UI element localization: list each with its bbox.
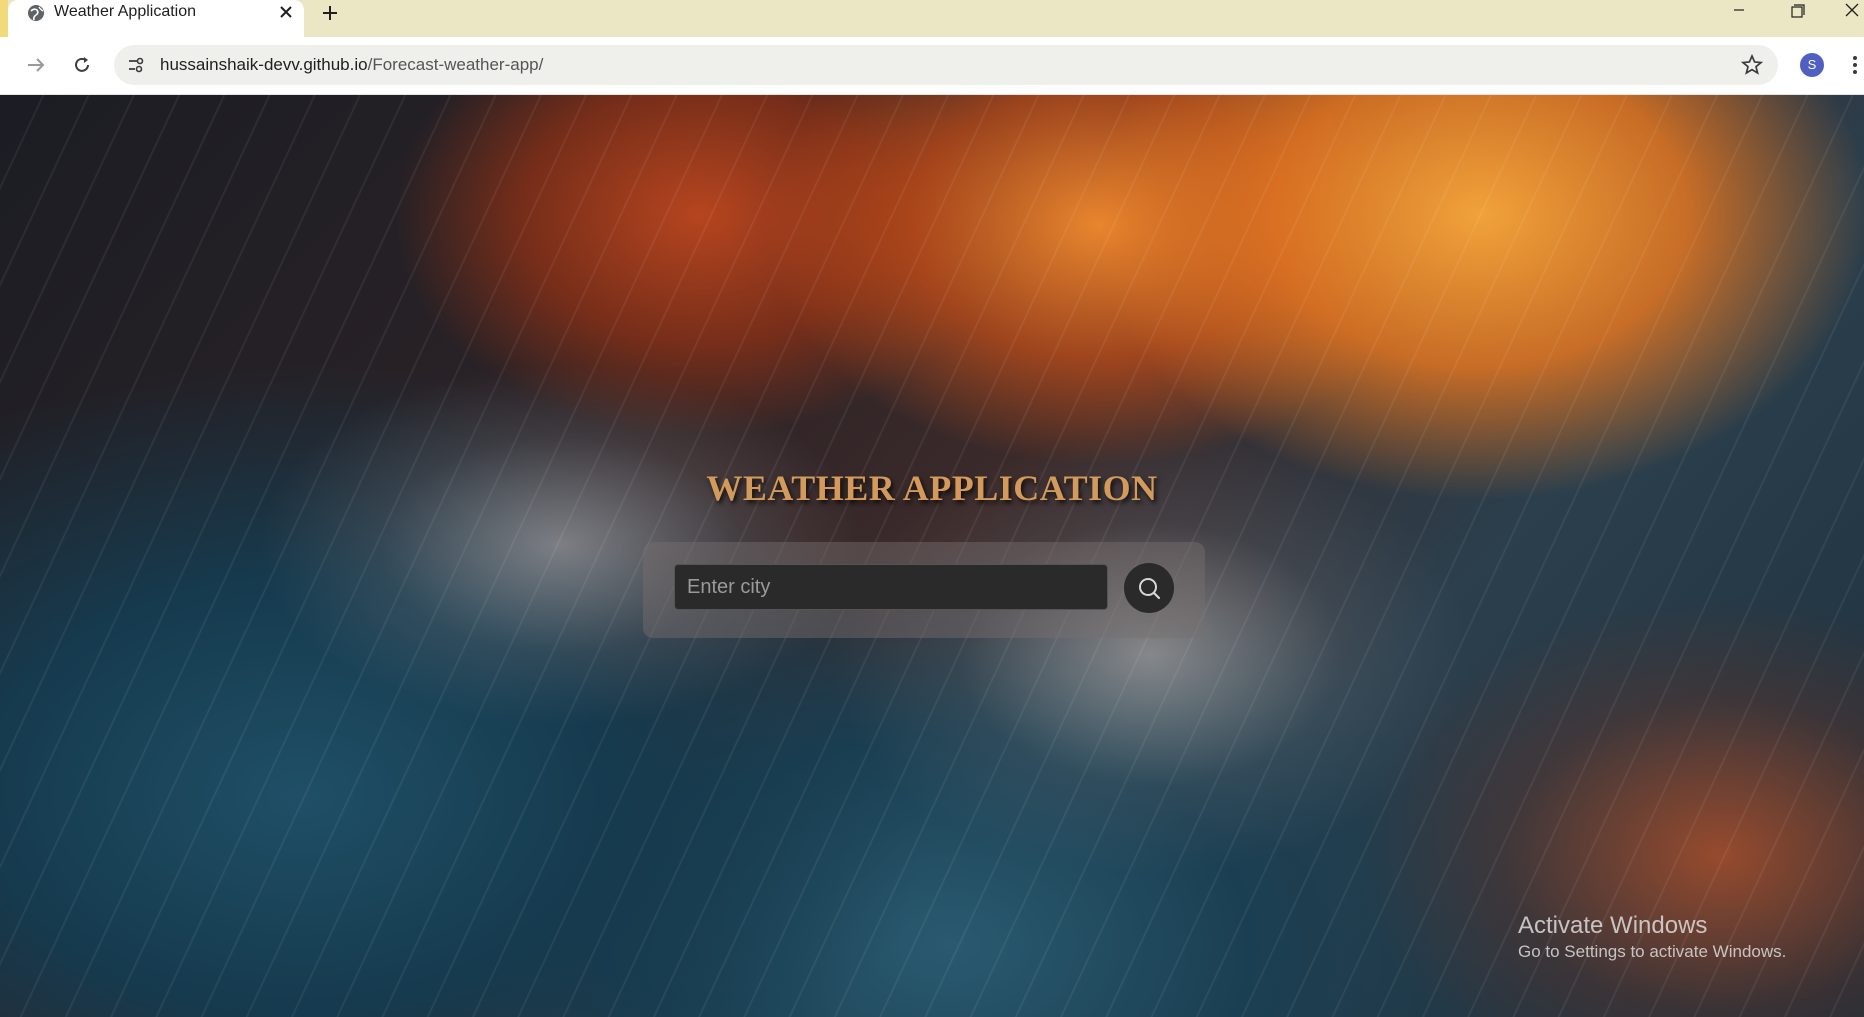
close-tab-icon[interactable] [276,2,296,22]
watermark-subtitle: Go to Settings to activate Windows. [1518,942,1787,961]
browser-toolbar: hussainshaik-devv.github.io/Forecast-wea… [0,37,1864,95]
tab-group-accent [0,0,8,37]
globe-icon [28,5,44,21]
restore-icon[interactable] [1774,0,1820,24]
tab-strip: Weather Application [0,0,1864,37]
tab-title: Weather Application [54,3,197,20]
more-menu-icon[interactable] [1848,53,1862,77]
minimize-icon[interactable] [1716,0,1762,24]
profile-avatar[interactable]: S [1800,53,1824,77]
search-card [643,542,1205,638]
new-tab-icon[interactable] [318,1,342,25]
address-bar[interactable]: hussainshaik-devv.github.io/Forecast-wea… [114,45,1778,85]
site-settings-icon[interactable] [126,55,146,75]
bookmark-star-icon[interactable] [1740,53,1764,77]
url-text: hussainshaik-devv.github.io/Forecast-wea… [160,55,543,75]
forward-icon[interactable] [24,53,48,77]
city-search-input[interactable] [674,564,1108,610]
search-icon [1139,578,1161,600]
tab-weather-application[interactable]: Weather Application [8,0,304,37]
page-viewport: WEATHER APPLICATION Activate Windows Go … [0,95,1864,1017]
watermark-title: Activate Windows [1518,912,1708,939]
close-window-icon[interactable] [1830,0,1864,24]
activate-windows-watermark: Activate Windows Go to Settings to activ… [1518,911,1786,963]
reload-icon[interactable] [70,53,94,77]
url-host: hussainshaik-devv.github.io [160,55,368,74]
page-title: WEATHER APPLICATION [706,468,1158,508]
search-button[interactable] [1124,563,1174,613]
url-path: /Forecast-weather-app/ [367,55,544,74]
